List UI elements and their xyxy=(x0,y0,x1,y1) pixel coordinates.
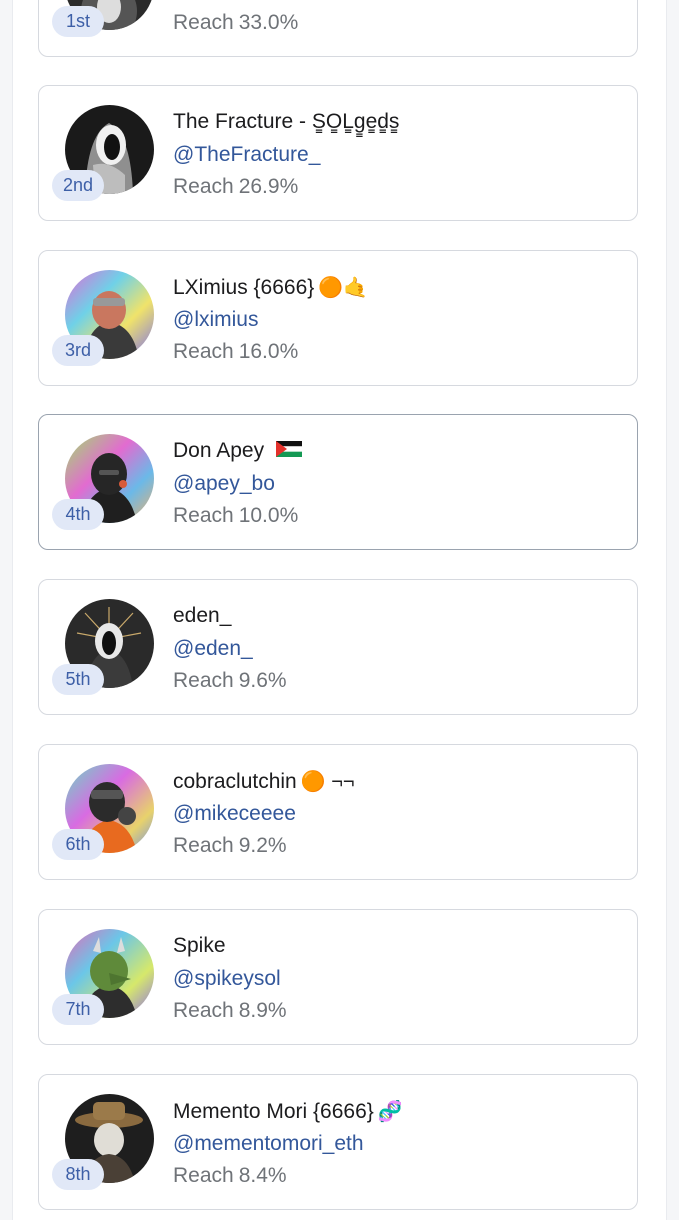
rank-badge: 8th xyxy=(52,1159,104,1190)
rank-badge: 5th xyxy=(52,664,104,695)
leaderboard-card-2[interactable]: 2nd The Fracture - S̳O̳L̳g̳e̳d̳s̳ @TheFr… xyxy=(38,85,638,221)
reach-text: Reach 10.0% xyxy=(173,504,299,527)
reach-text: Reach 26.9% xyxy=(173,175,299,198)
reach-text: Reach 9.6% xyxy=(173,669,287,692)
rank-badge: 6th xyxy=(52,829,104,860)
leaderboard-card-8[interactable]: 8th Memento Mori {6666} 🧬 @mementomori_et… xyxy=(38,1074,638,1210)
leaderboard-card-1[interactable]: 1st Reach 33.0% xyxy=(38,0,638,57)
leaderboard-card-4[interactable]: 4th Don Apey @apey_bo Reach 10.0% xyxy=(38,414,638,550)
display-name: Don Apey xyxy=(173,439,627,463)
rank-badge: 3rd xyxy=(52,335,104,366)
reach-text: Reach 16.0% xyxy=(173,340,299,363)
palestine-flag-icon xyxy=(275,441,302,458)
reach-text: Reach 9.2% xyxy=(173,834,287,857)
user-handle[interactable]: @TheFracture_ xyxy=(173,143,320,167)
display-name: Memento Mori {6666} 🧬 xyxy=(173,1100,403,1123)
rank-badge: 7th xyxy=(52,994,104,1025)
display-name: eden_ xyxy=(173,604,232,627)
name-emoji: 🟠🤙 xyxy=(318,277,369,299)
display-name: LXimius {6666} 🟠🤙 xyxy=(173,276,369,299)
user-handle[interactable]: @spikeysol xyxy=(173,967,281,991)
leaderboard-card-6[interactable]: 6th cobraclutchin 🟠 ¬¬ @mikeceeee Reach 9.… xyxy=(38,744,638,880)
reach-text: Reach 8.9% xyxy=(173,999,287,1022)
display-name: The Fracture - S̳O̳L̳g̳e̳d̳s̳ xyxy=(173,110,400,133)
reach-text: Reach 33.0% xyxy=(173,11,299,34)
user-handle[interactable]: @apey_bo xyxy=(173,472,275,496)
user-handle[interactable]: @eden_ xyxy=(173,637,253,661)
name-emoji: 🟠 ¬¬ xyxy=(300,771,355,793)
reach-text: Reach 8.4% xyxy=(173,1164,287,1187)
display-name: cobraclutchin 🟠 ¬¬ xyxy=(173,770,355,793)
leaderboard-card-7[interactable]: 7th Spike @spikeysol Reach 8.9% xyxy=(38,909,638,1045)
user-handle[interactable]: @mikeceeee xyxy=(173,802,296,826)
display-name: Spike xyxy=(173,934,226,957)
user-handle[interactable]: @lximius xyxy=(173,308,259,332)
name-emoji: 🧬 xyxy=(377,1101,403,1123)
user-handle[interactable]: @mementomori_eth xyxy=(173,1132,364,1156)
rank-badge: 4th xyxy=(52,499,104,530)
leaderboard-card-5[interactable]: 5th eden_ @eden_ Reach 9.6% xyxy=(38,579,638,715)
rank-badge: 2nd xyxy=(52,170,104,201)
leaderboard-card-3[interactable]: 3rd LXimius {6666} 🟠🤙 @lximius Reach 16.0% xyxy=(38,250,638,386)
rank-badge: 1st xyxy=(52,6,104,37)
